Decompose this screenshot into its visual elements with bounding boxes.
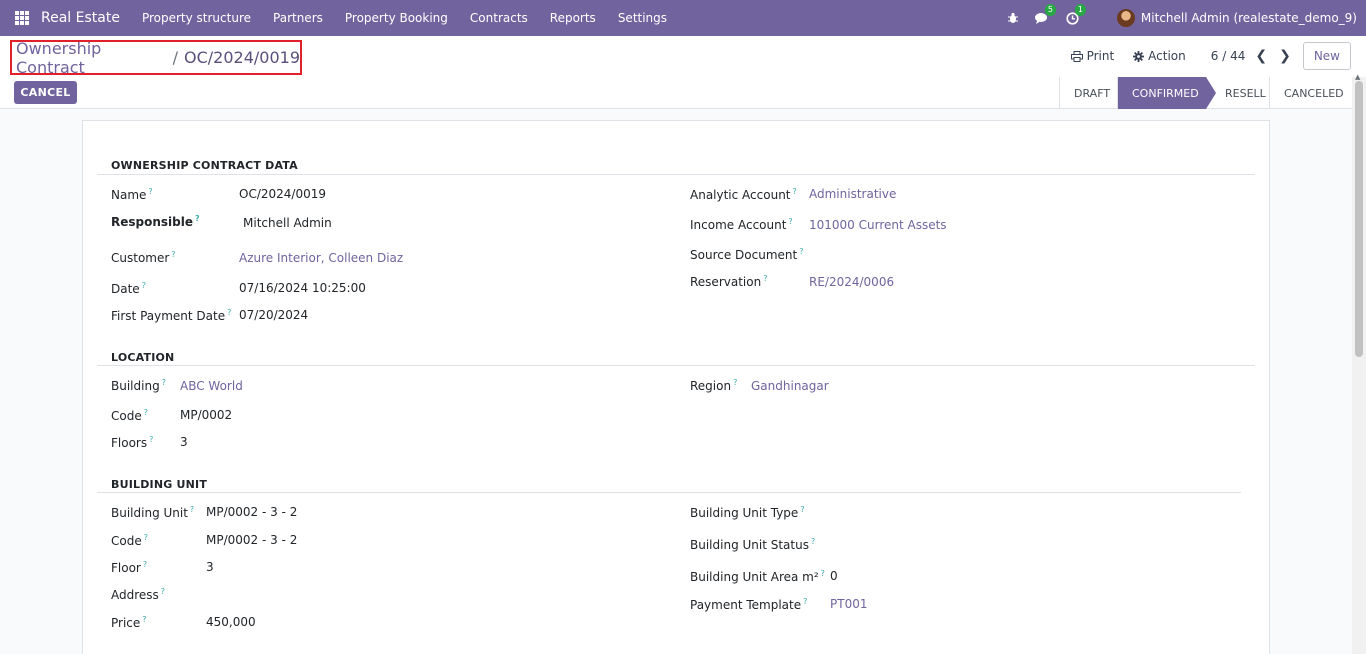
name-label: Name? <box>111 187 153 202</box>
vertical-scrollbar[interactable]: ▲ <box>1352 73 1366 654</box>
menu-property-booking[interactable]: Property Booking <box>345 11 448 25</box>
stage-confirmed[interactable]: CONFIRMED <box>1117 77 1216 109</box>
region-value[interactable]: Gandhinagar <box>751 379 829 393</box>
section-title-unit: BUILDING UNIT <box>111 478 208 491</box>
pager-value[interactable]: 6 / 44 <box>1211 49 1246 63</box>
scrollbar-thumb[interactable] <box>1355 81 1363 357</box>
location-code-value[interactable]: MP/0002 <box>180 408 232 422</box>
section-title-contract: OWNERSHIP CONTRACT DATA <box>111 159 298 172</box>
pager-next-icon[interactable]: ❯ <box>1279 48 1291 64</box>
analytic-account-label: Analytic Account? <box>690 187 797 202</box>
scroll-up-icon[interactable]: ▲ <box>1355 73 1360 81</box>
menu-partners[interactable]: Partners <box>273 11 323 25</box>
chat-icon[interactable]: 5 <box>1035 4 1057 26</box>
floor-label: Floor? <box>111 560 148 575</box>
form-content: OWNERSHIP CONTRACT DATA Name? OC/2024/00… <box>0 109 1352 654</box>
income-account-value[interactable]: 101000 Current Assets <box>809 218 947 232</box>
breadcrumb-parent[interactable]: Ownership Contract <box>16 39 167 77</box>
address-label: Address? <box>111 587 166 602</box>
stage-draft[interactable]: DRAFT <box>1059 77 1117 109</box>
floors-label: Floors? <box>111 435 154 450</box>
price-label: Price? <box>111 615 147 630</box>
control-panel: Ownership Contract / OC/2024/0019 Print … <box>0 36 1366 109</box>
app-brand[interactable]: Real Estate <box>41 10 120 26</box>
location-code-label: Code? <box>111 408 148 423</box>
control-panel-actions: Print Action 6 / 44 ❮ ❯ New <box>1070 42 1351 70</box>
floors-value[interactable]: 3 <box>180 435 188 449</box>
chat-badge: 5 <box>1044 4 1057 16</box>
customer-value[interactable]: Azure Interior, Colleen Diaz <box>239 251 403 265</box>
section-title-location: LOCATION <box>111 351 175 364</box>
name-value[interactable]: OC/2024/0019 <box>239 187 326 201</box>
building-label: Building? <box>111 378 166 393</box>
date-label: Date? <box>111 281 146 296</box>
customer-label: Customer? <box>111 250 176 265</box>
unit-area-value[interactable]: 0 <box>830 569 838 583</box>
action-button[interactable]: Action <box>1133 49 1186 63</box>
unit-code-label: Code? <box>111 533 148 548</box>
region-label: Region? <box>690 378 738 393</box>
menu-property-structure[interactable]: Property structure <box>142 11 251 25</box>
breadcrumb-current: OC/2024/0019 <box>184 48 300 67</box>
first-payment-value[interactable]: 07/20/2024 <box>239 308 308 322</box>
payment-template-value[interactable]: PT001 <box>830 597 867 611</box>
building-value[interactable]: ABC World <box>180 379 243 393</box>
menu-reports[interactable]: Reports <box>550 11 596 25</box>
reservation-label: Reservation? <box>690 274 768 289</box>
apps-menu-icon[interactable] <box>15 11 29 25</box>
unit-area-label: Building Unit Area m²? <box>690 569 825 584</box>
form-sheet: OWNERSHIP CONTRACT DATA Name? OC/2024/00… <box>82 120 1270 654</box>
floor-value[interactable]: 3 <box>206 560 214 574</box>
price-value[interactable]: 450,000 <box>206 615 256 629</box>
unit-status-label: Building Unit Status? <box>690 537 816 552</box>
analytic-account-value[interactable]: Administrative <box>809 187 896 201</box>
first-payment-label: First Payment Date? <box>111 308 232 323</box>
unit-code-value[interactable]: MP/0002 - 3 - 2 <box>206 533 297 547</box>
unit-label: Building Unit? <box>111 505 195 520</box>
print-button[interactable]: Print <box>1070 49 1115 63</box>
systray: 5 1 Mitchell Admin (realestate_demo_9) <box>1005 0 1357 36</box>
status-bar: DRAFT CONFIRMED RESELL CANCELED <box>1059 77 1366 109</box>
responsible-label: Responsible? <box>111 214 200 229</box>
bug-icon[interactable] <box>1005 10 1021 26</box>
section-divider <box>97 492 1241 493</box>
menu-settings[interactable]: Settings <box>618 11 667 25</box>
cancel-button[interactable]: CANCEL <box>14 81 77 104</box>
source-document-label: Source Document? <box>690 247 804 262</box>
payment-template-label: Payment Template? <box>690 597 808 612</box>
print-icon <box>1070 50 1083 62</box>
top-navbar: Real Estate Property structure Partners … <box>0 0 1366 36</box>
breadcrumb: Ownership Contract / OC/2024/0019 <box>10 39 302 77</box>
responsible-value[interactable]: Mitchell Admin <box>243 216 332 230</box>
gear-icon <box>1133 50 1145 62</box>
date-value[interactable]: 07/16/2024 10:25:00 <box>239 281 366 295</box>
reservation-value[interactable]: RE/2024/0006 <box>809 275 894 289</box>
breadcrumb-separator: / <box>172 48 179 67</box>
activity-badge: 1 <box>1074 4 1087 16</box>
pager-previous-icon[interactable]: ❮ <box>1255 48 1267 64</box>
section-divider <box>97 365 1255 366</box>
clock-icon[interactable]: 1 <box>1065 4 1087 26</box>
income-account-label: Income Account? <box>690 217 793 232</box>
new-button[interactable]: New <box>1302 42 1351 70</box>
menu-contracts[interactable]: Contracts <box>470 11 528 25</box>
action-label: Action <box>1148 49 1186 63</box>
user-avatar[interactable] <box>1116 9 1135 27</box>
unit-type-label: Building Unit Type? <box>690 505 805 520</box>
user-menu[interactable]: Mitchell Admin (realestate_demo_9) <box>1141 11 1357 25</box>
print-label: Print <box>1086 49 1115 63</box>
unit-value[interactable]: MP/0002 - 3 - 2 <box>206 505 297 519</box>
section-divider <box>97 174 1255 175</box>
